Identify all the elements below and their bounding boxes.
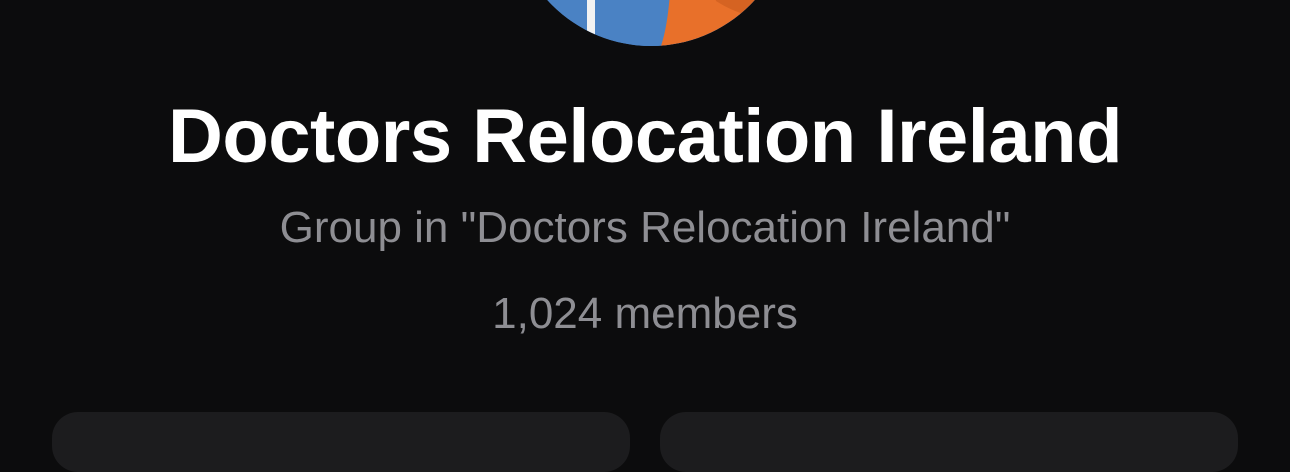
group-avatar-image	[511, 0, 791, 46]
action-card-right[interactable]	[660, 412, 1238, 472]
group-avatar[interactable]	[511, 0, 791, 46]
group-title: Doctors Relocation Ireland	[167, 94, 1123, 179]
member-count[interactable]: 1,024 members	[0, 288, 1290, 340]
group-subtitle: Group in "Doctors Relocation Ireland"	[279, 203, 1011, 252]
action-card-left[interactable]	[52, 412, 630, 472]
